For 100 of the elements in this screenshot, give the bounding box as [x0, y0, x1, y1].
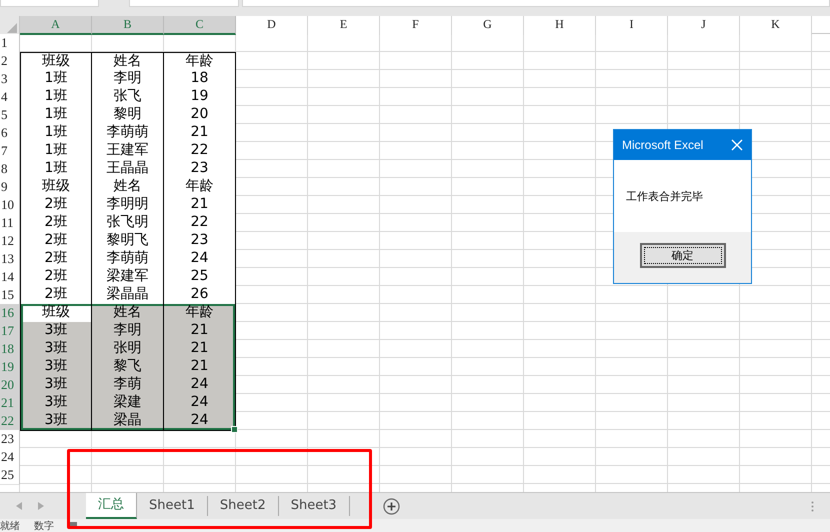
table-cell: 21	[164, 340, 236, 359]
table-cell: 21	[164, 322, 236, 341]
table-cell: 21	[164, 196, 236, 215]
row-header[interactable]: 16	[0, 304, 20, 323]
table-cell: 21	[164, 358, 236, 377]
table-cell: 2班	[20, 250, 92, 269]
table-cell: 3班	[20, 394, 92, 413]
table-cell: 22	[164, 214, 236, 233]
row-header[interactable]: 17	[0, 322, 20, 341]
table-cell: 21	[164, 124, 236, 143]
row-header[interactable]: 15	[0, 286, 20, 305]
table-cell: 姓名	[92, 304, 164, 323]
row-header[interactable]: 13	[0, 250, 20, 269]
table-cell: 李萌萌	[92, 124, 164, 143]
table-cell: 梁晶	[92, 412, 164, 431]
column-header[interactable]: J	[668, 16, 740, 35]
fill-handle[interactable]	[231, 426, 238, 433]
row-header[interactable]: 1	[0, 34, 20, 53]
row-header[interactable]: 24	[0, 448, 20, 467]
row-header[interactable]: 7	[0, 142, 20, 161]
table-cell: 1班	[20, 70, 92, 89]
toolbar-field[interactable]	[129, 0, 239, 7]
table-cell: 梁建	[92, 394, 164, 413]
row-header[interactable]: 20	[0, 376, 20, 395]
select-all-corner[interactable]	[0, 16, 20, 35]
row-header[interactable]: 19	[0, 358, 20, 377]
status-text: 数字	[34, 520, 54, 532]
row-header[interactable]: 3	[0, 70, 20, 89]
table-cell: 2班	[20, 268, 92, 287]
row-header[interactable]: 25	[0, 466, 20, 485]
scroll-left-icon[interactable]	[16, 502, 22, 510]
table-cell: 李明明	[92, 196, 164, 215]
column-header[interactable]: E	[308, 16, 380, 35]
sheet-tab[interactable]: Sheet3	[278, 496, 350, 516]
status-text: 就绪	[0, 520, 20, 532]
dialog-message: 工作表合并完毕	[626, 188, 703, 204]
column-header[interactable]: B	[92, 16, 164, 35]
table-cell: 1班	[20, 124, 92, 143]
table-cell: 19	[164, 88, 236, 107]
row-header[interactable]: 21	[0, 394, 20, 413]
table-cell: 1班	[20, 160, 92, 179]
row-header[interactable]: 6	[0, 124, 20, 143]
table-cell: 18	[164, 70, 236, 89]
table-cell: 24	[164, 394, 236, 413]
sheet-tab[interactable]: 汇总	[86, 493, 137, 519]
table-cell: 张明	[92, 340, 164, 359]
table-cell: 年龄	[164, 304, 236, 323]
table-cell: 2班	[20, 232, 92, 251]
row-header[interactable]: 8	[0, 160, 20, 179]
column-header[interactable]: G	[452, 16, 524, 35]
table-cell: 2班	[20, 286, 92, 305]
table-cell: 姓名	[92, 178, 164, 197]
row-header[interactable]: 2	[0, 52, 20, 71]
row-header[interactable]: 23	[0, 430, 20, 449]
name-box[interactable]	[0, 0, 99, 7]
row-header[interactable]: 12	[0, 232, 20, 251]
table-cell: 李明	[92, 70, 164, 89]
table-cell: 李萌	[92, 376, 164, 395]
row-header[interactable]: 22	[0, 412, 20, 431]
table-cell: 3班	[20, 412, 92, 431]
formula-field[interactable]	[242, 0, 830, 7]
row-header[interactable]: 4	[0, 88, 20, 107]
add-sheet-icon[interactable]	[382, 498, 400, 514]
column-header[interactable]: D	[236, 16, 308, 35]
ok-button[interactable]: 确定	[640, 243, 726, 268]
table-cell: 1班	[20, 142, 92, 161]
table-cell: 黎明	[92, 106, 164, 125]
column-header[interactable]: A	[20, 16, 92, 35]
close-icon[interactable]	[731, 139, 743, 151]
table-cell: 班级	[20, 304, 92, 323]
sheet-tab[interactable]: Sheet2	[208, 496, 279, 516]
row-header[interactable]: 18	[0, 340, 20, 359]
table-cell: 王建军	[92, 142, 164, 161]
table-cell: 20	[164, 106, 236, 125]
table-cell: 年龄	[164, 178, 236, 197]
table-cell: 24	[164, 376, 236, 395]
table-cell: 23	[164, 160, 236, 179]
table-cell: 张飞明	[92, 214, 164, 233]
column-header[interactable]: I	[596, 16, 668, 35]
column-header[interactable]: K	[740, 16, 812, 35]
table-cell: 3班	[20, 376, 92, 395]
table-cell: 黎飞	[92, 358, 164, 377]
row-header[interactable]: 10	[0, 196, 20, 215]
row-header[interactable]: 14	[0, 268, 20, 287]
column-header[interactable]: C	[164, 16, 236, 35]
table-cell: 班级	[20, 52, 92, 71]
table-cell: 梁晶晶	[92, 286, 164, 305]
table-cell: 3班	[20, 358, 92, 377]
table-cell: 23	[164, 232, 236, 251]
row-header[interactable]: 11	[0, 214, 20, 233]
column-header[interactable]: F	[380, 16, 452, 35]
table-cell: 2班	[20, 214, 92, 233]
sheet-tab[interactable]: Sheet1	[137, 496, 208, 516]
table-cell: 2班	[20, 196, 92, 215]
column-header[interactable]: H	[524, 16, 596, 35]
more-icon[interactable]	[811, 500, 814, 512]
row-header[interactable]: 5	[0, 106, 20, 125]
scroll-right-icon[interactable]	[38, 502, 44, 510]
dialog-title: Microsoft Excel	[622, 138, 704, 152]
row-header[interactable]: 9	[0, 178, 20, 197]
